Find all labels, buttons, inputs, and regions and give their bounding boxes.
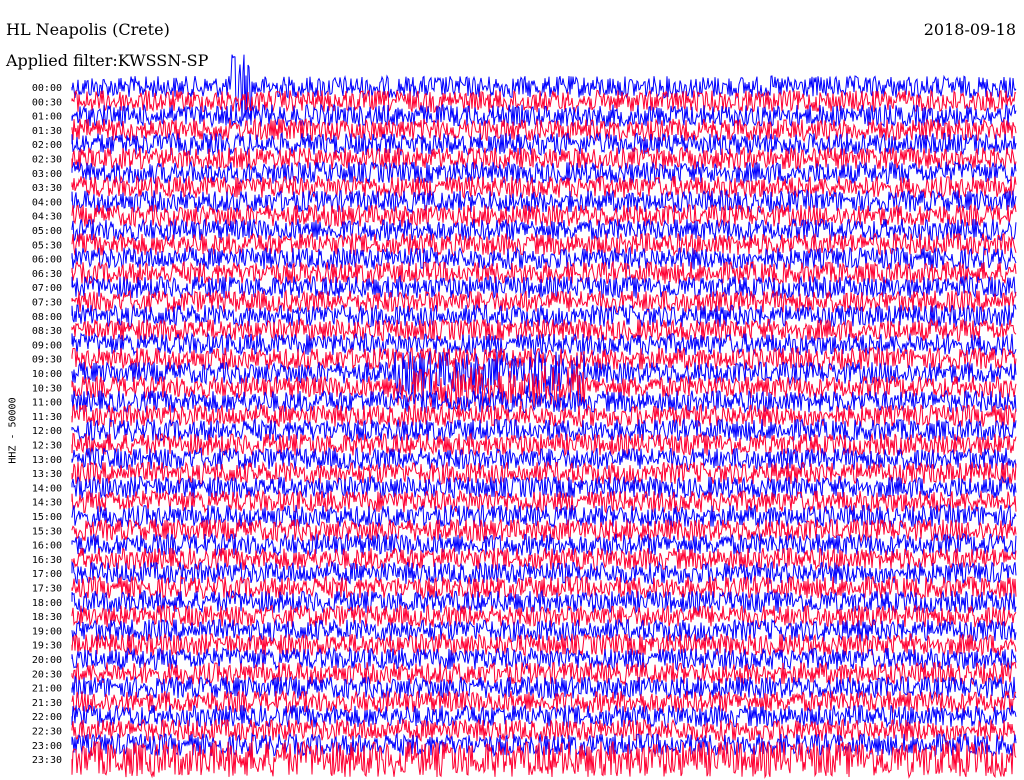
- trace-row: [71, 518, 1017, 544]
- row-label: 20:30: [32, 669, 62, 680]
- row-label: 16:30: [32, 555, 62, 566]
- row-label: 14:30: [32, 498, 62, 509]
- row-label: 11:30: [32, 412, 62, 423]
- trace-row: [71, 589, 1017, 615]
- row-label: 19:00: [32, 626, 62, 637]
- trace-row: [71, 231, 1017, 257]
- seismogram-plot: 00:00 00:30 01:00 01:30 02:00 02:30 03:00 03:30…: [32, 54, 1017, 779]
- row-label: 03:30: [32, 183, 62, 194]
- y-axis-label: HHZ - 50000: [7, 397, 19, 464]
- trace-row: [71, 403, 1017, 428]
- row-label: 21:00: [32, 684, 62, 695]
- row-label: 05:00: [32, 226, 62, 237]
- row-label: 17:30: [32, 584, 62, 595]
- row-label: 02:30: [32, 155, 62, 166]
- row-label: 08:00: [32, 312, 62, 323]
- row-label: 21:30: [32, 698, 62, 709]
- trace-row: [71, 546, 1017, 572]
- trace-row: [71, 674, 1017, 701]
- row-label: 20:00: [32, 655, 62, 666]
- row-label: 06:30: [32, 269, 62, 280]
- trace-row: [71, 603, 1017, 629]
- row-label: 04:00: [32, 197, 62, 208]
- row-label: 09:30: [32, 355, 62, 366]
- row-label: 16:00: [32, 541, 62, 552]
- filter-label: Applied filter:KWSSN-SP: [6, 51, 209, 70]
- tick-label-group: 00:00 00:30 01:00 01:30 02:00 02:30 03:00 03:30…: [32, 83, 62, 766]
- row-label: 14:00: [32, 483, 62, 494]
- row-label: 00:30: [32, 97, 62, 108]
- row-label: 11:00: [32, 398, 62, 409]
- row-label: 18:00: [32, 598, 62, 609]
- trace-row: [71, 460, 1017, 486]
- row-label: 07:30: [32, 298, 62, 309]
- trace-row: [71, 346, 1017, 372]
- row-label: 02:00: [32, 140, 62, 151]
- row-label: 01:30: [32, 126, 62, 137]
- row-label: 12:30: [32, 441, 62, 452]
- row-label: 22:30: [32, 727, 62, 738]
- row-label: 08:30: [32, 326, 62, 337]
- trace-row: [71, 89, 1017, 114]
- row-label: 10:30: [32, 383, 62, 394]
- trace-row: [71, 317, 1017, 343]
- row-label: 22:00: [32, 712, 62, 723]
- row-label: 00:00: [32, 83, 62, 94]
- row-label: 12:00: [32, 426, 62, 437]
- row-label: 18:30: [32, 612, 62, 623]
- station-title: HL Neapolis (Crete): [6, 20, 170, 39]
- trace-group: [71, 54, 1017, 779]
- row-label: 03:00: [32, 169, 62, 180]
- row-label: 15:30: [32, 526, 62, 537]
- row-label: 15:00: [32, 512, 62, 523]
- row-label: 06:00: [32, 255, 62, 266]
- row-label: 23:00: [32, 741, 62, 752]
- row-label: 10:00: [32, 369, 62, 380]
- trace-row: [71, 131, 1017, 157]
- row-label: 17:00: [32, 569, 62, 580]
- row-label: 13:30: [32, 469, 62, 480]
- row-label: 04:30: [32, 212, 62, 223]
- row-label: 23:30: [32, 755, 62, 766]
- row-label: 01:00: [32, 112, 62, 123]
- row-label: 13:00: [32, 455, 62, 466]
- date-label: 2018-09-18: [923, 20, 1016, 39]
- row-label: 07:00: [32, 283, 62, 294]
- row-label: 09:00: [32, 340, 62, 351]
- row-label: 05:30: [32, 240, 62, 251]
- trace-row: [71, 218, 1017, 243]
- row-label: 19:30: [32, 641, 62, 652]
